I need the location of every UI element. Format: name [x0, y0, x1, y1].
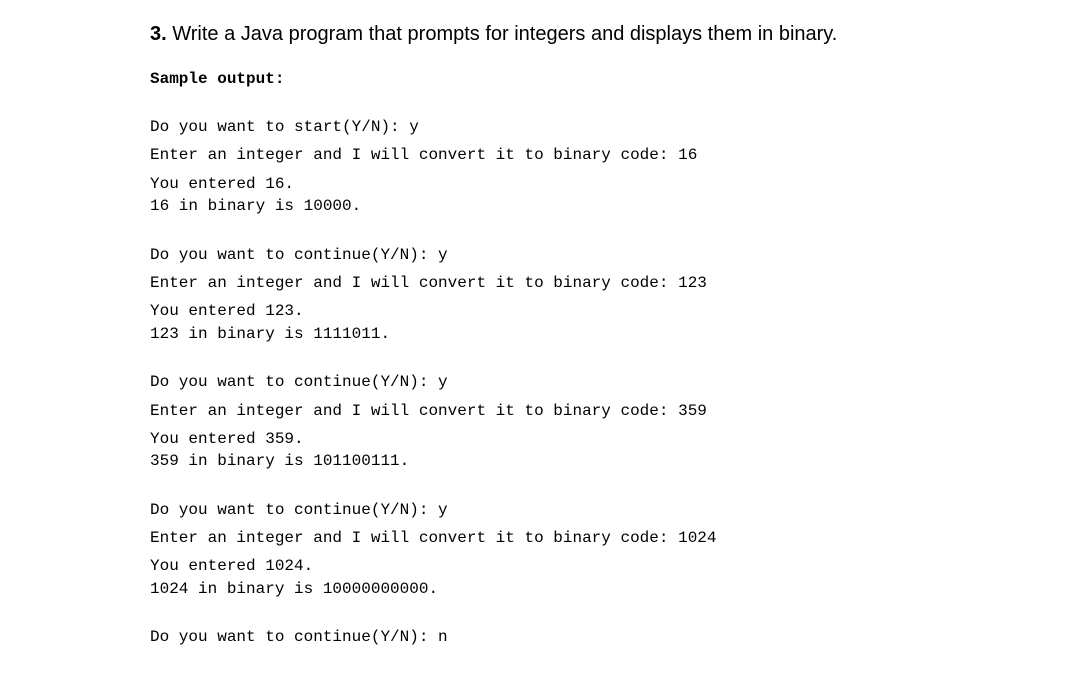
output-line: 359 in binary is 101100111. [150, 450, 918, 472]
output-block: Do you want to continue(Y/N): y Enter an… [150, 244, 918, 346]
output-line: Do you want to continue(Y/N): y [150, 244, 918, 266]
question-text: 3. Write a Java program that prompts for… [150, 20, 918, 48]
document-content: 3. Write a Java program that prompts for… [0, 0, 1068, 685]
output-block: Do you want to start(Y/N): y Enter an in… [150, 116, 918, 218]
output-line: You entered 16. [150, 173, 918, 195]
output-line: You entered 1024. [150, 555, 918, 577]
output-line: Do you want to continue(Y/N): y [150, 371, 918, 393]
question-body: Write a Java program that prompts for in… [172, 23, 837, 45]
output-block: Do you want to continue(Y/N): y Enter an… [150, 499, 918, 601]
output-line: 1024 in binary is 10000000000. [150, 578, 918, 600]
sample-output-label: Sample output: [150, 70, 918, 88]
output-line: Enter an integer and I will convert it t… [150, 527, 918, 549]
output-line: Do you want to continue(Y/N): n [150, 626, 918, 648]
output-line: Enter an integer and I will convert it t… [150, 400, 918, 422]
output-line: You entered 123. [150, 300, 918, 322]
output-line: 16 in binary is 10000. [150, 195, 918, 217]
output-line: 123 in binary is 1111011. [150, 323, 918, 345]
output-line: You entered 359. [150, 428, 918, 450]
output-line: Do you want to continue(Y/N): y [150, 499, 918, 521]
output-line: Enter an integer and I will convert it t… [150, 272, 918, 294]
question-number: 3. [150, 23, 167, 45]
output-line: Enter an integer and I will convert it t… [150, 144, 918, 166]
sample-output: Do you want to start(Y/N): y Enter an in… [150, 116, 918, 649]
output-block: Do you want to continue(Y/N): y Enter an… [150, 371, 918, 473]
output-line: Do you want to start(Y/N): y [150, 116, 918, 138]
